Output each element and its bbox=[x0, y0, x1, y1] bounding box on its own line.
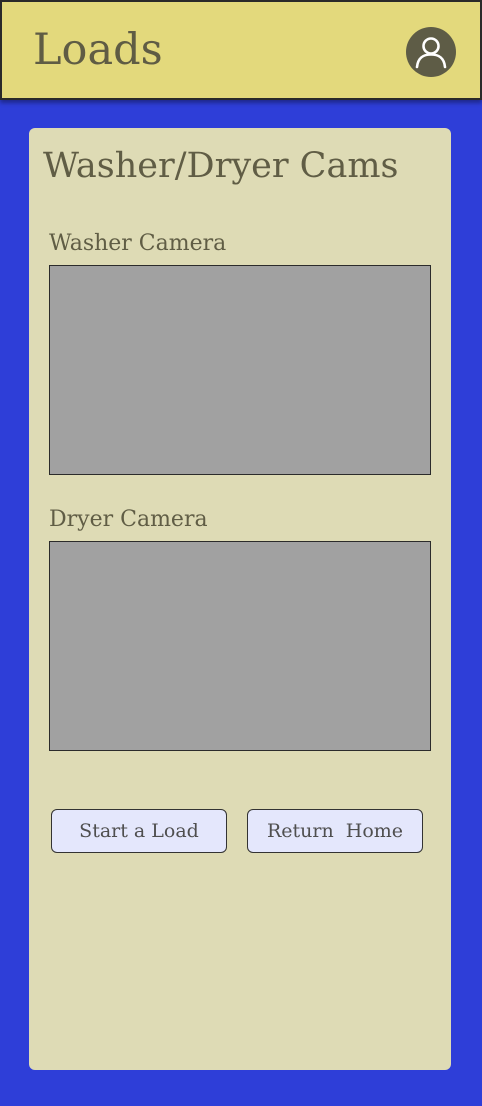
cams-card: Washer/Dryer Cams Washer Camera Dryer Ca… bbox=[29, 128, 451, 1070]
return-home-button[interactable]: Return Home bbox=[247, 809, 423, 853]
washer-camera-feed bbox=[49, 265, 431, 475]
washer-camera-label: Washer Camera bbox=[49, 231, 227, 256]
dryer-camera-label: Dryer Camera bbox=[49, 507, 208, 532]
app-header: Loads bbox=[0, 0, 482, 100]
start-load-button[interactable]: Start a Load bbox=[51, 809, 227, 853]
dryer-camera-feed bbox=[49, 541, 431, 751]
page-title: Loads bbox=[33, 25, 163, 75]
user-profile-icon[interactable] bbox=[406, 27, 456, 77]
person-icon bbox=[415, 37, 447, 69]
card-title: Washer/Dryer Cams bbox=[43, 146, 399, 186]
